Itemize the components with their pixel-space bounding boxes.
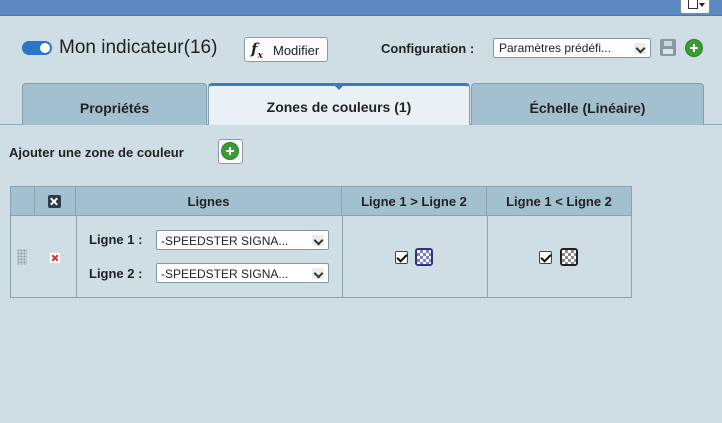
- add-zone-button[interactable]: [218, 139, 243, 164]
- edit-formula-button[interactable]: fx Modifier: [244, 37, 328, 62]
- tab-bar: Propriétés Zones de couleurs (1) Échelle…: [0, 83, 722, 125]
- column-header-ligne1-lt-ligne2: Ligne 1 < Ligne 2: [487, 187, 631, 216]
- lt-zone-checkbox[interactable]: [539, 251, 552, 264]
- line2-select-value: -SPEEDSTER SIGNA...: [161, 267, 289, 281]
- color-zones-table: Lignes Ligne 1 > Ligne 2 Ligne 1 < Ligne…: [10, 186, 632, 298]
- tab-proprietes[interactable]: Propriétés: [22, 83, 207, 125]
- configuration-label: Configuration :: [381, 41, 475, 56]
- column-divider: [76, 216, 77, 297]
- indicator-header: Mon indicateur(16) fx Modifier Configura…: [0, 0, 722, 70]
- column-header-lignes: Lignes: [76, 187, 342, 216]
- tab-echelle[interactable]: Échelle (Linéaire): [471, 83, 704, 125]
- add-configuration-icon[interactable]: [685, 39, 703, 57]
- delete-all-icon[interactable]: [48, 195, 61, 208]
- line2-select[interactable]: -SPEEDSTER SIGNA...: [156, 263, 329, 283]
- tab-zones-de-couleurs-label: Zones de couleurs (1): [266, 99, 412, 115]
- edit-formula-label: Modifier: [273, 43, 320, 58]
- function-fx-icon: fx: [251, 40, 263, 61]
- save-icon[interactable]: [660, 39, 676, 56]
- delete-row-icon[interactable]: [49, 252, 61, 264]
- gt-zone-checkbox[interactable]: [395, 251, 408, 264]
- lt-color-swatch[interactable]: [560, 248, 578, 266]
- delete-column-header: [35, 187, 76, 216]
- column-divider: [342, 216, 343, 297]
- toggle-knob: [40, 43, 50, 53]
- line1-select-value: -SPEEDSTER SIGNA...: [161, 234, 289, 248]
- column-header-ligne1-gt-ligne2: Ligne 1 > Ligne 2: [342, 187, 487, 216]
- drag-handle-icon[interactable]: [17, 249, 27, 265]
- column-divider: [487, 216, 488, 297]
- line1-select[interactable]: -SPEEDSTER SIGNA...: [156, 230, 329, 250]
- active-tab-caret-icon: [334, 85, 344, 90]
- line1-label: Ligne 1 :: [89, 232, 143, 247]
- indicator-title: Mon indicateur(16): [59, 37, 218, 58]
- configuration-select-value: Paramètres prédéfi...: [499, 41, 612, 55]
- configuration-select[interactable]: Paramètres prédéfi...: [493, 38, 651, 58]
- gt-color-swatch[interactable]: [415, 248, 433, 266]
- chevron-down-icon: [312, 235, 324, 246]
- tab-zones-de-couleurs[interactable]: Zones de couleurs (1): [208, 83, 470, 125]
- line2-label: Ligne 2 :: [89, 266, 143, 281]
- drag-column-header: [11, 187, 35, 216]
- add-circle-icon: [221, 142, 239, 160]
- chevron-down-icon: [312, 268, 324, 279]
- indicator-toggle[interactable]: [22, 41, 52, 55]
- chevron-down-icon: [634, 43, 646, 54]
- add-zone-label: Ajouter une zone de couleur: [9, 145, 184, 160]
